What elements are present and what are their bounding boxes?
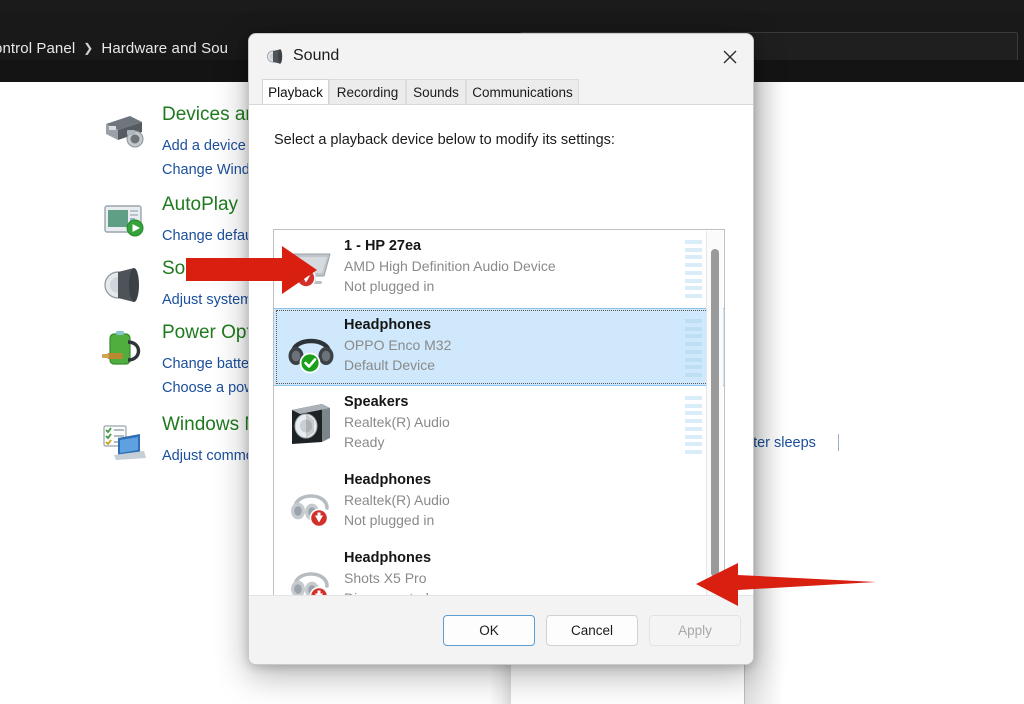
device-name: Headphones [344, 317, 432, 333]
control-panel-titlebar [0, 0, 1024, 12]
sound-speaker-icon [266, 47, 285, 66]
tab-communications[interactable]: Communications [466, 79, 579, 104]
tab-recording[interactable]: Recording [329, 79, 406, 104]
tab-playback[interactable]: Playback [262, 79, 329, 104]
cancel-button-label: Cancel [570, 623, 614, 638]
panel-instruction: Select a playback device below to modify… [274, 132, 615, 148]
sound-speaker-icon [100, 262, 146, 308]
monitor-icon [284, 242, 338, 296]
device-status: Default Device [344, 357, 436, 373]
tab-label: Sounds [413, 84, 459, 100]
device-name: Speakers [344, 394, 409, 410]
breadcrumb-separator-icon: ❯ [83, 41, 94, 55]
breadcrumb-item-hardware-and-sound[interactable]: Hardware and Sou [101, 40, 228, 57]
autoplay-icon [100, 198, 146, 244]
playback-tab-panel: Select a playback device below to modify… [249, 104, 753, 664]
sound-dialog: Sound Playback Recording Sounds Communic… [248, 33, 754, 665]
cp-group-title[interactable]: AutoPlay [162, 194, 238, 216]
volume-meter [685, 240, 702, 298]
apply-button-label: Apply [678, 623, 712, 638]
windows-mobility-center-icon [100, 418, 146, 464]
dialog-footer: OK Cancel Apply [249, 595, 753, 664]
playback-device-list[interactable]: 1 - HP 27ea AMD High Definition Audio De… [273, 229, 725, 627]
device-status: Ready [344, 434, 385, 450]
cp-link-add-a-device[interactable]: Add a device [162, 138, 246, 154]
headphones-gray-icon [284, 476, 338, 530]
tab-sounds[interactable]: Sounds [406, 79, 466, 104]
device-status: Not plugged in [344, 278, 435, 294]
device-driver: Realtek(R) Audio [344, 492, 450, 508]
ok-button[interactable]: OK [443, 615, 535, 646]
volume-meter [685, 319, 702, 377]
tab-label: Recording [336, 84, 399, 100]
dialog-titlebar: Sound [249, 34, 753, 79]
table-row[interactable]: Speakers Realtek(R) Audio Ready [274, 386, 724, 464]
cp-link-divider [838, 434, 839, 451]
tab-label: Communications [472, 84, 573, 100]
cp-group-title[interactable]: Sound [162, 258, 217, 280]
dialog-title: Sound [293, 47, 340, 64]
device-driver: Realtek(R) Audio [344, 414, 450, 430]
table-row[interactable]: 1 - HP 27ea AMD High Definition Audio De… [274, 230, 724, 308]
device-driver: Shots X5 Pro [344, 570, 427, 586]
breadcrumb-item-control-panel[interactable]: ontrol Panel [0, 40, 75, 57]
scrollbar-thumb[interactable] [711, 249, 719, 577]
ok-button-label: OK [479, 623, 499, 638]
close-icon[interactable] [707, 34, 753, 79]
devices-and-printers-icon [100, 108, 146, 154]
power-options-icon [100, 326, 146, 372]
device-name: Headphones [344, 550, 432, 566]
tab-label: Playback [268, 84, 323, 100]
volume-meter [685, 396, 702, 454]
device-name: 1 - HP 27ea [344, 238, 422, 254]
table-row[interactable]: Headphones Realtek(R) Audio Not plugged … [274, 464, 724, 542]
headphones-icon [284, 321, 338, 375]
device-name: Headphones [344, 472, 432, 488]
dialog-tabs: Playback Recording Sounds Communications [249, 79, 753, 104]
speakers-icon [284, 398, 338, 452]
device-list-scrollbar[interactable] [706, 231, 723, 625]
device-driver: AMD High Definition Audio Device [344, 258, 556, 274]
screen: ontrol Panel ❯ Hardware and Sou Devices … [0, 0, 1024, 704]
apply-button[interactable]: Apply [649, 615, 741, 646]
device-status: Not plugged in [344, 512, 435, 528]
breadcrumb[interactable]: ontrol Panel ❯ Hardware and Sou [0, 40, 228, 57]
headphones-oppo-enco-m32-row[interactable]: Headphones OPPO Enco M32 Default Device [274, 308, 724, 386]
device-driver: OPPO Enco M32 [344, 337, 452, 353]
cancel-button[interactable]: Cancel [546, 615, 638, 646]
